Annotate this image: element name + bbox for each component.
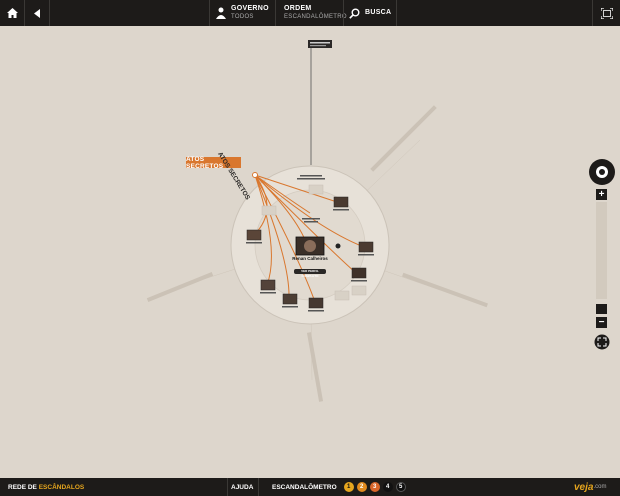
scandal-network-map[interactable]: ATOS SECRETOS ATOS SECRETOS Renan Calhei… — [0, 26, 620, 478]
placeholder-card — [334, 290, 350, 301]
zoom-slider-handle[interactable] — [596, 304, 607, 314]
hub-node — [252, 172, 258, 178]
bottom-bar: REDE DE ESCÂNDALOS AJUDA ESCANDALÔMETRO … — [0, 478, 620, 496]
zoom-in-button[interactable]: + — [596, 189, 607, 200]
governo-filter[interactable]: GOVERNO TODOS — [212, 0, 272, 26]
person-thumbnail — [282, 293, 298, 305]
divider — [258, 478, 259, 496]
placeholder-card — [308, 184, 324, 195]
node-dot — [335, 243, 341, 249]
faint-scandal-label — [146, 272, 214, 302]
network-canvas — [146, 40, 488, 402]
central-person-name[interactable]: Renan Calheiros — [290, 256, 330, 261]
top-scandal-tag — [308, 40, 332, 48]
faint-scandal-label — [370, 105, 437, 172]
person-thumbnail — [358, 241, 374, 253]
home-button[interactable] — [0, 0, 24, 26]
level-2-badge[interactable]: 2 — [356, 482, 367, 492]
government-icon — [216, 7, 226, 19]
busca-button[interactable]: BUSCA — [346, 0, 396, 26]
pan-joystick-icon[interactable] — [588, 158, 616, 186]
placeholder-card — [351, 285, 367, 296]
brand-title: REDE DE ESCÂNDALOS — [8, 483, 85, 491]
level-3-badge[interactable]: 3 — [369, 482, 380, 492]
profile-button[interactable]: VER PERFIL COMPLETO — [294, 269, 326, 278]
back-button[interactable] — [25, 0, 49, 26]
faint-scandal-label — [306, 332, 324, 402]
person-thumbnail — [333, 196, 349, 208]
escandalometro-legend: ESCANDALÔMETRO 1 2 3 4 5 — [272, 478, 406, 496]
level-4-badge[interactable]: 4 — [382, 482, 393, 492]
level-5-badge[interactable]: 5 — [395, 482, 406, 492]
faint-scandal-label — [402, 272, 488, 308]
ordem-filter[interactable]: ORDEM ESCANDALÔMETRO — [278, 0, 347, 26]
divider — [209, 0, 210, 26]
fullscreen-icon — [600, 7, 613, 19]
divider — [343, 0, 344, 26]
divider — [227, 478, 228, 496]
person-thumbnail — [260, 279, 276, 291]
placeholder-card — [261, 205, 277, 216]
back-arrow-icon — [33, 8, 40, 18]
ordem-value: ESCANDALÔMETRO — [284, 14, 347, 20]
veja-logo[interactable]: veja .com — [574, 478, 606, 496]
person-thumbnail — [351, 267, 367, 279]
governo-value: TODOS — [231, 14, 254, 20]
person-thumbnail — [308, 297, 324, 309]
zoom-slider-track[interactable] — [596, 202, 607, 299]
home-icon — [6, 8, 18, 18]
divider — [49, 0, 50, 26]
zoom-control: + − — [588, 158, 616, 358]
search-icon — [349, 8, 360, 19]
zoom-out-button[interactable]: − — [596, 317, 607, 328]
divider — [396, 0, 397, 26]
atos-secretos-highlight[interactable]: ATOS SECRETOS — [186, 156, 241, 170]
top-toolbar: GOVERNO TODOS ORDEM ESCANDALÔMETRO BUSCA — [0, 0, 620, 26]
fullscreen-button[interactable] — [593, 0, 620, 26]
busca-label: BUSCA — [365, 9, 392, 16]
level-1-badge[interactable]: 1 — [343, 482, 354, 492]
ordem-title: ORDEM — [284, 5, 312, 12]
fit-screen-icon[interactable] — [594, 334, 610, 350]
person-thumbnail — [246, 229, 262, 241]
divider — [275, 0, 276, 26]
help-link[interactable]: AJUDA — [231, 478, 253, 496]
governo-title: GOVERNO — [231, 5, 269, 12]
